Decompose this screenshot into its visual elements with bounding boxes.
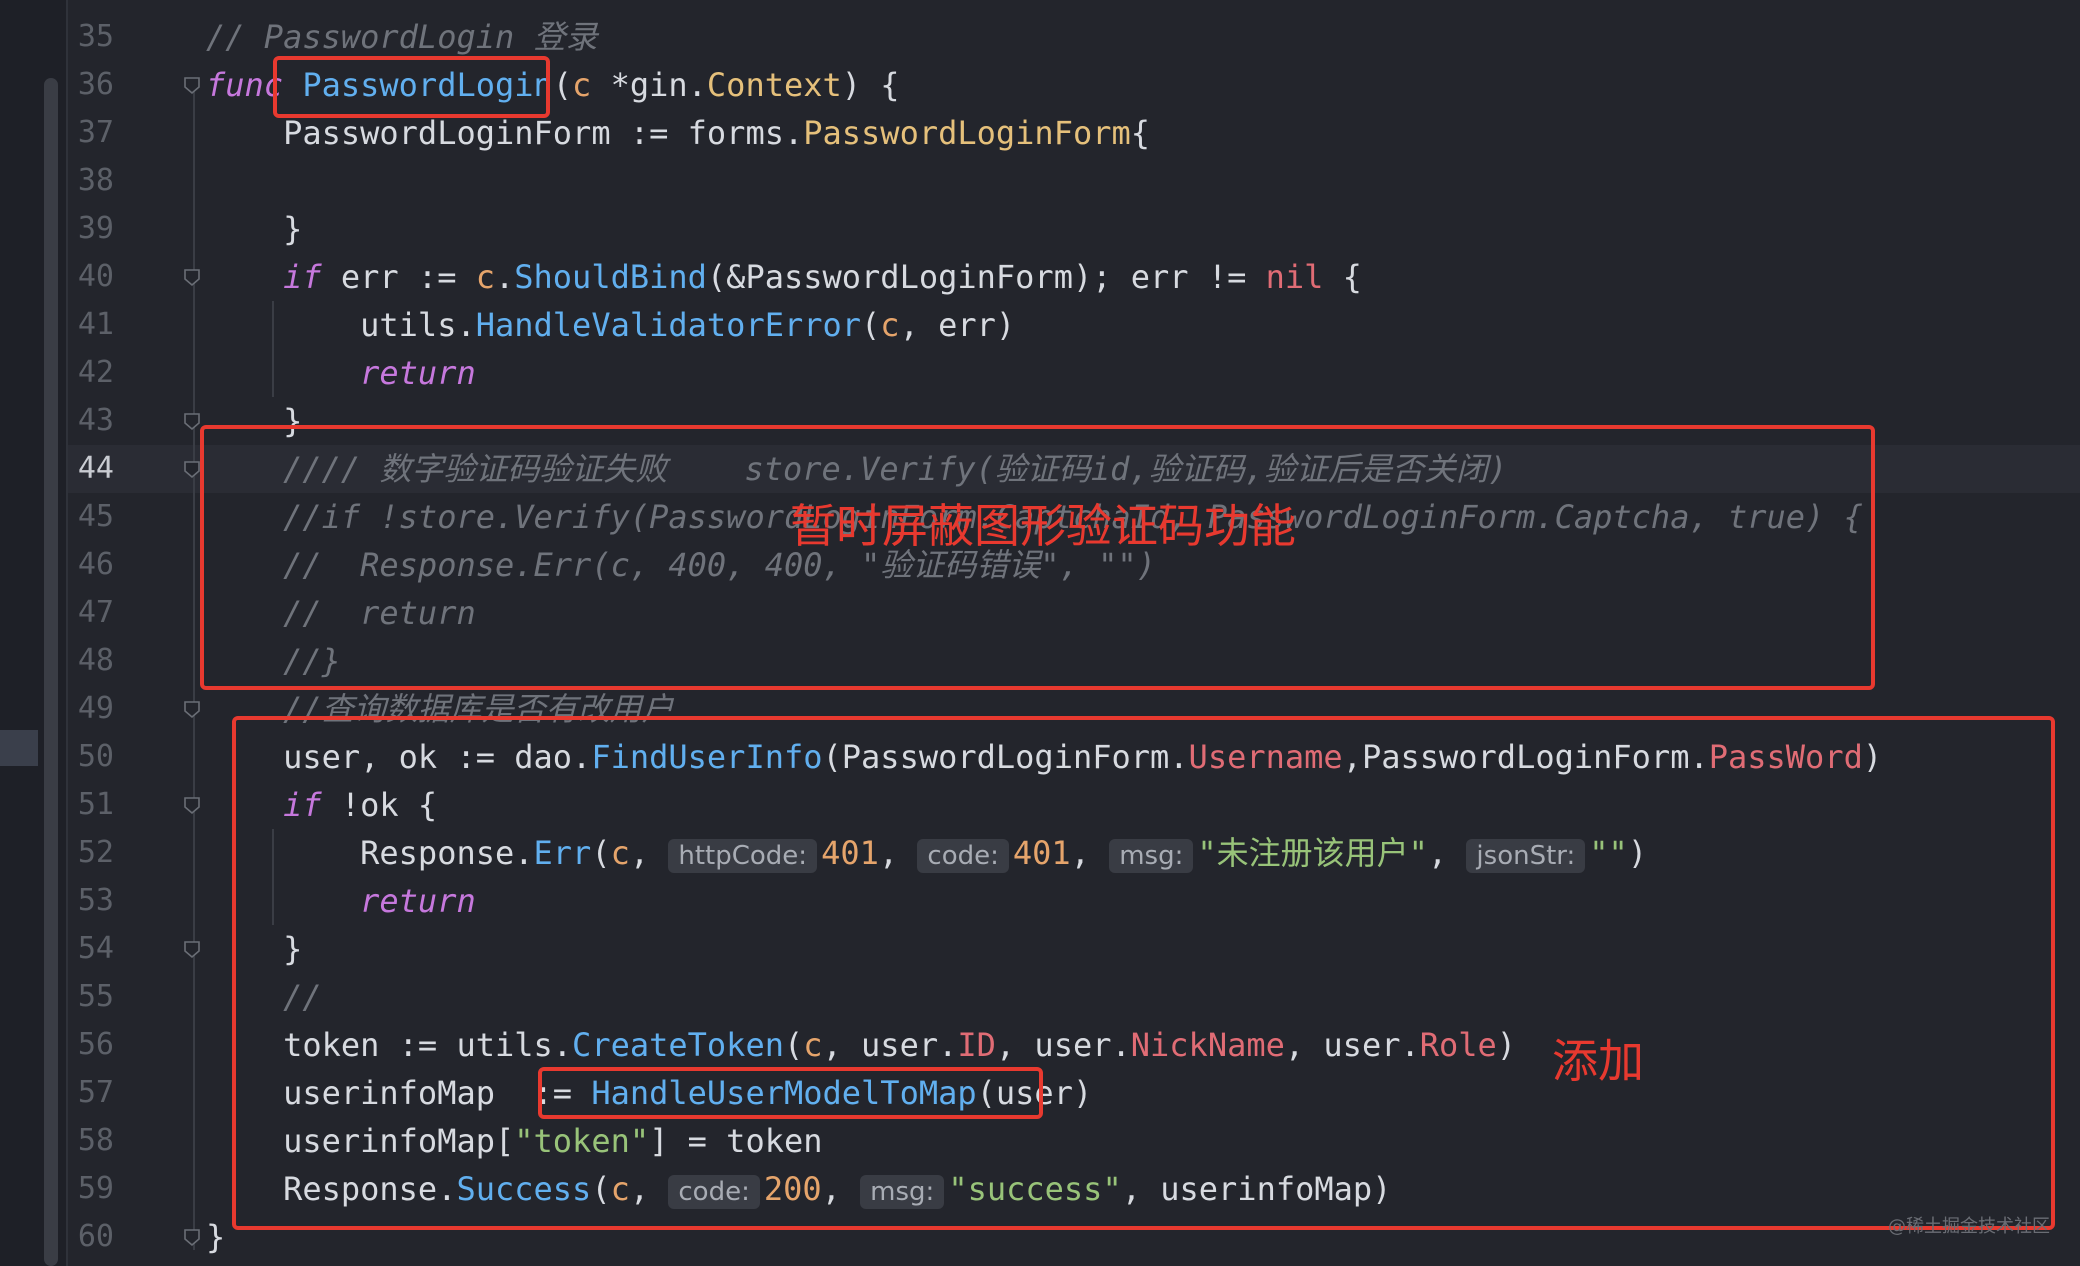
line-number: 58	[77, 1123, 114, 1158]
code-token: (&PasswordLoginForm); err !=	[706, 258, 1266, 296]
line-number: 54	[77, 931, 114, 966]
line-number: 60	[77, 1219, 114, 1254]
code-line[interactable]: 41 utils.HandleValidatorError(c, err)	[0, 301, 2080, 349]
line-number: 59	[77, 1171, 114, 1206]
line-number: 52	[77, 835, 114, 870]
code-token: }	[206, 1218, 226, 1256]
line-number: 47	[77, 595, 114, 630]
code-token: if	[283, 258, 322, 296]
code-token: {	[1130, 114, 1151, 152]
line-number: 43	[77, 403, 114, 438]
fold-marker-icon[interactable]	[182, 939, 202, 959]
line-number: 40	[77, 259, 114, 294]
fold-marker-icon[interactable]	[182, 459, 202, 479]
line-number: 38	[77, 163, 114, 198]
code-token: PasswordLoginForm := forms.	[206, 114, 804, 152]
line-number: 45	[77, 499, 114, 534]
line-number: 57	[77, 1075, 114, 1110]
code-token: ) {	[841, 66, 900, 104]
code-token: // PasswordLogin 登录	[206, 18, 598, 56]
indent-guide	[272, 301, 274, 397]
code-line[interactable]: 40 if err := c.ShouldBind(&PasswordLogin…	[0, 253, 2080, 301]
line-number: 53	[77, 883, 114, 918]
code-text[interactable]: if err := c.ShouldBind(&PasswordLoginFor…	[206, 253, 1362, 301]
line-number: 39	[77, 211, 114, 246]
line-number: 55	[77, 979, 114, 1014]
annotation-added: 添加	[1552, 1034, 1644, 1088]
code-editor[interactable]: 35// PasswordLogin 登录 36 func PasswordLogi…	[0, 0, 2080, 1266]
fold-marker-icon[interactable]	[182, 75, 202, 95]
code-token: *gin.	[591, 66, 707, 104]
code-token: err :=	[321, 258, 476, 296]
fold-marker-icon[interactable]	[182, 795, 202, 815]
code-text[interactable]: }	[206, 205, 302, 253]
code-token: {	[1323, 258, 1362, 296]
line-number: 44	[77, 451, 114, 486]
fold-marker-icon[interactable]	[182, 411, 202, 431]
code-token: PasswordLoginForm	[803, 114, 1131, 152]
code-line[interactable]: 42 return	[0, 349, 2080, 397]
code-token: return	[360, 354, 476, 392]
code-token: c	[880, 306, 900, 344]
line-number: 56	[77, 1027, 114, 1062]
code-token: }	[206, 210, 303, 248]
watermark: @稀土掘金技术社区	[1888, 1216, 2050, 1237]
code-text[interactable]: return	[206, 349, 476, 397]
highlight-box-map-function	[538, 1067, 1043, 1119]
code-token: HandleValidatorError	[475, 306, 862, 344]
fold-marker-icon[interactable]	[182, 699, 202, 719]
code-token: nil	[1265, 258, 1324, 296]
line-number: 36	[77, 67, 114, 102]
code-text[interactable]: utils.HandleValidatorError(c, err)	[206, 301, 1015, 349]
line-number: 42	[77, 355, 114, 390]
code-token: c	[572, 66, 592, 104]
code-token: c	[475, 258, 495, 296]
fold-marker-icon[interactable]	[182, 267, 202, 287]
line-number: 50	[77, 739, 114, 774]
code-token: .	[494, 258, 515, 296]
annotation-mask-captcha: 暂时屏蔽图形验证码功能	[790, 499, 1296, 553]
line-number: 37	[77, 115, 114, 150]
line-number: 48	[77, 643, 114, 678]
line-number: 35	[77, 19, 114, 54]
code-token: utils.	[206, 306, 476, 344]
line-number: 51	[77, 787, 114, 822]
highlight-box-function-name	[273, 56, 550, 118]
code-text[interactable]: }	[206, 1213, 225, 1261]
code-token: ShouldBind	[514, 258, 707, 296]
fold-marker-icon[interactable]	[182, 1227, 202, 1247]
code-text[interactable]: // PasswordLogin 登录	[206, 13, 598, 61]
code-token: (	[861, 306, 881, 344]
code-line[interactable]: 35 // PasswordLogin 登录	[0, 13, 2080, 61]
code-token: , err)	[899, 306, 1016, 344]
code-token: Context	[706, 66, 842, 104]
highlight-box-added-code	[232, 716, 2055, 1230]
code-line[interactable]: 39 }	[0, 205, 2080, 253]
line-number: 46	[77, 547, 114, 582]
highlight-box-commented-captcha	[200, 425, 1875, 690]
code-line[interactable]: 38	[0, 157, 2080, 205]
line-number: 41	[77, 307, 114, 342]
code-token: (	[552, 66, 573, 104]
line-number: 49	[77, 691, 114, 726]
